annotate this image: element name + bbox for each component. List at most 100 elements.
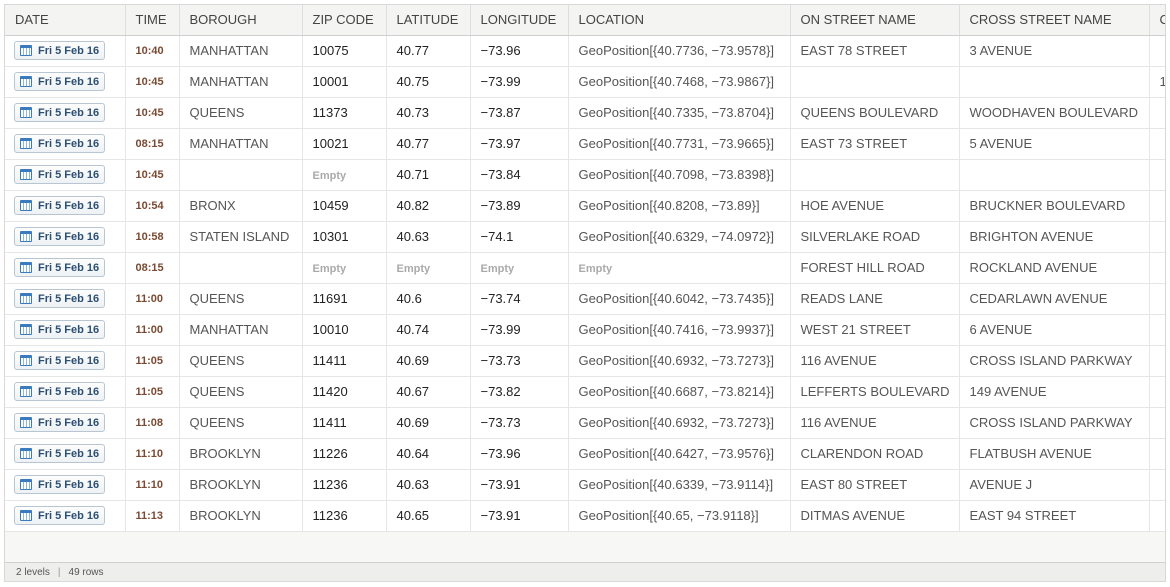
- levels-count: 2 levels: [16, 566, 50, 578]
- longitude-cell: −73.89: [470, 190, 569, 222]
- zip-code-cell-value: 11236: [312, 477, 348, 492]
- table-row[interactable]: Fri 5 Feb 16 10:45 QUEENS 11373 40.73 −73.87 G…: [5, 97, 1165, 129]
- longitude-cell-value: −73.99: [480, 74, 521, 89]
- table-row[interactable]: Fri 5 Feb 16 11:10 BROOKLYN 11226 40.64 −73.9…: [5, 438, 1165, 470]
- column-header-location[interactable]: LOCATION: [568, 5, 791, 36]
- table-row[interactable]: Fri 5 Feb 16 11:05 QUEENS 11411 40.69 −73.73 G…: [5, 345, 1165, 377]
- latitude-cell-value: 40.69: [396, 353, 430, 368]
- date-chip[interactable]: Fri 5 Feb 16: [14, 165, 106, 184]
- calendar-icon: [20, 107, 32, 118]
- date-chip[interactable]: Fri 5 Feb 16: [14, 506, 106, 525]
- longitude-cell: Empty: [470, 252, 569, 284]
- table-row[interactable]: Fri 5 Feb 16 11:08 QUEENS 11411 40.69 −73.73 G…: [5, 407, 1165, 439]
- date-chip[interactable]: Fri 5 Feb 16: [14, 289, 106, 308]
- longitude-cell: −73.73: [470, 345, 569, 377]
- zip-code-cell: 10459: [302, 190, 387, 222]
- latitude-cell-value: 40.63: [396, 229, 430, 244]
- location-cell-value: GeoPosition[{40.6687, −73.8214}]: [578, 384, 775, 399]
- table-row[interactable]: Fri 5 Feb 16 11:00 QUEENS 11691 40.6 −73.74 Ge…: [5, 283, 1165, 315]
- table-row[interactable]: Fri 5 Feb 16 08:15 MANHATTAN 10021 40.77 −73.…: [5, 128, 1165, 160]
- date-chip[interactable]: Fri 5 Feb 16: [14, 103, 106, 122]
- time-cell: 10:45: [125, 66, 180, 98]
- date-chip[interactable]: Fri 5 Feb 16: [14, 258, 106, 277]
- date-chip[interactable]: Fri 5 Feb 16: [14, 196, 106, 215]
- location-cell: GeoPosition[{40.7098, −73.8398}]: [568, 159, 791, 191]
- date-chip[interactable]: Fri 5 Feb 16: [14, 41, 106, 60]
- borough-cell: [179, 252, 303, 284]
- column-header-date[interactable]: DATE: [5, 5, 126, 36]
- latitude-cell: 40.69: [386, 407, 471, 439]
- column-header-longitude[interactable]: LONGITUDE: [470, 5, 569, 36]
- date-chip[interactable]: Fri 5 Feb 16: [14, 351, 106, 370]
- table-row[interactable]: Fri 5 Feb 16 11:13 BROOKLYN 11236 40.65 −73.9…: [5, 500, 1165, 532]
- time-cell: 11:05: [125, 376, 180, 408]
- calendar-icon: [20, 355, 32, 366]
- location-cell: GeoPosition[{40.7731, −73.9665}]: [568, 128, 791, 160]
- table-row[interactable]: Fri 5 Feb 16 10:58 STATEN ISLAND 10301 40.63…: [5, 221, 1165, 253]
- zip-code-cell: 10001: [302, 66, 387, 98]
- column-header-time[interactable]: TIME: [125, 5, 180, 36]
- date-chip[interactable]: Fri 5 Feb 16: [14, 475, 106, 494]
- longitude-cell-value: −73.96: [480, 43, 521, 58]
- date-chip[interactable]: Fri 5 Feb 16: [14, 227, 106, 246]
- zip-code-cell-value: 10075: [312, 43, 349, 58]
- zip-code-cell-value: 10010: [312, 322, 349, 337]
- date-label: Fri 5 Feb 16: [38, 323, 100, 336]
- table-row[interactable]: Fri 5 Feb 16 10:54 BRONX 10459 40.82 −73.89 Ge…: [5, 190, 1165, 222]
- borough-cell: STATEN ISLAND: [179, 221, 303, 253]
- column-header-cross-street-name[interactable]: CROSS STREET NAME: [959, 5, 1150, 36]
- on-street-cell: LEFFERTS BOULEVARD: [790, 376, 960, 408]
- empty-value: Empty: [396, 263, 431, 275]
- borough-cell-value: MANHATTAN: [189, 43, 269, 58]
- longitude-cell-value: −74.1: [480, 229, 514, 244]
- on-street-cell: HOE AVENUE: [790, 190, 960, 222]
- location-cell: GeoPosition[{40.6339, −73.9114}]: [568, 469, 791, 501]
- column-header-latitude[interactable]: LATITUDE: [386, 5, 471, 36]
- zip-code-cell: 11226: [302, 438, 387, 470]
- date-chip[interactable]: Fri 5 Feb 16: [14, 444, 106, 463]
- empty-value: Empty: [312, 170, 347, 182]
- date-chip[interactable]: Fri 5 Feb 16: [14, 382, 106, 401]
- borough-cell-value: QUEENS: [189, 415, 245, 430]
- truncated-cell: [1149, 376, 1165, 408]
- borough-cell: MANHATTAN: [179, 66, 303, 98]
- date-chip[interactable]: Fri 5 Feb 16: [14, 320, 106, 339]
- table-row[interactable]: Fri 5 Feb 16 10:40 MANHATTAN 10075 40.77 −73.…: [5, 35, 1165, 67]
- zip-code-cell: 10021: [302, 128, 387, 160]
- calendar-icon: [20, 324, 32, 335]
- zip-code-cell: 10301: [302, 221, 387, 253]
- table-row[interactable]: Fri 5 Feb 16 10:45 MANHATTAN 10001 40.75 −73.…: [5, 66, 1165, 98]
- table-row[interactable]: Fri 5 Feb 16 11:05 QUEENS 11420 40.67 −73.82 G…: [5, 376, 1165, 408]
- cross-street-cell: 6 AVENUE: [959, 314, 1150, 346]
- latitude-cell: 40.6: [386, 283, 471, 315]
- date-chip[interactable]: Fri 5 Feb 16: [14, 72, 106, 91]
- truncated-cell: [1149, 97, 1165, 129]
- dataset-view[interactable]: DATE TIME BOROUGH ZIP CODE LATITUDE LONG…: [4, 4, 1166, 582]
- truncated-cell: [1149, 128, 1165, 160]
- location-cell-value: GeoPosition[{40.7468, −73.9867}]: [578, 74, 775, 89]
- cross-street-cell-value: AVENUE J: [969, 477, 1033, 492]
- borough-cell-value: STATEN ISLAND: [189, 229, 290, 244]
- table-row[interactable]: Fri 5 Feb 16 08:15 Empty Empty Empty Empty FOR…: [5, 252, 1165, 284]
- borough-cell: QUEENS: [179, 97, 303, 129]
- date-chip[interactable]: Fri 5 Feb 16: [14, 134, 106, 153]
- table-row[interactable]: Fri 5 Feb 16 11:00 MANHATTAN 10010 40.74 −73.…: [5, 314, 1165, 346]
- longitude-cell: −73.96: [470, 35, 569, 67]
- column-header-borough[interactable]: BOROUGH: [179, 5, 303, 36]
- column-header-zip-code[interactable]: ZIP CODE: [302, 5, 387, 36]
- borough-cell-value: MANHATTAN: [189, 322, 269, 337]
- rows-count: 49 rows: [68, 566, 104, 578]
- on-street-cell-value: FOREST HILL ROAD: [800, 260, 925, 275]
- zip-code-cell: Empty: [302, 159, 387, 191]
- borough-cell-value: MANHATTAN: [189, 136, 269, 151]
- on-street-cell: DITMAS AVENUE: [790, 500, 960, 532]
- date-label: Fri 5 Feb 16: [38, 199, 100, 212]
- column-header-truncated[interactable]: C: [1149, 5, 1165, 36]
- table-row[interactable]: Fri 5 Feb 16 10:45 Empty 40.71 −73.84 GeoPosi…: [5, 159, 1165, 191]
- location-cell: GeoPosition[{40.65, −73.9118}]: [568, 500, 791, 532]
- date-cell: Fri 5 Feb 16: [5, 221, 126, 253]
- table-row[interactable]: Fri 5 Feb 16 11:10 BROOKLYN 11236 40.63 −73.9…: [5, 469, 1165, 501]
- cross-street-cell: 149 AVENUE: [959, 376, 1150, 408]
- column-header-on-street-name[interactable]: ON STREET NAME: [790, 5, 960, 36]
- date-chip[interactable]: Fri 5 Feb 16: [14, 413, 106, 432]
